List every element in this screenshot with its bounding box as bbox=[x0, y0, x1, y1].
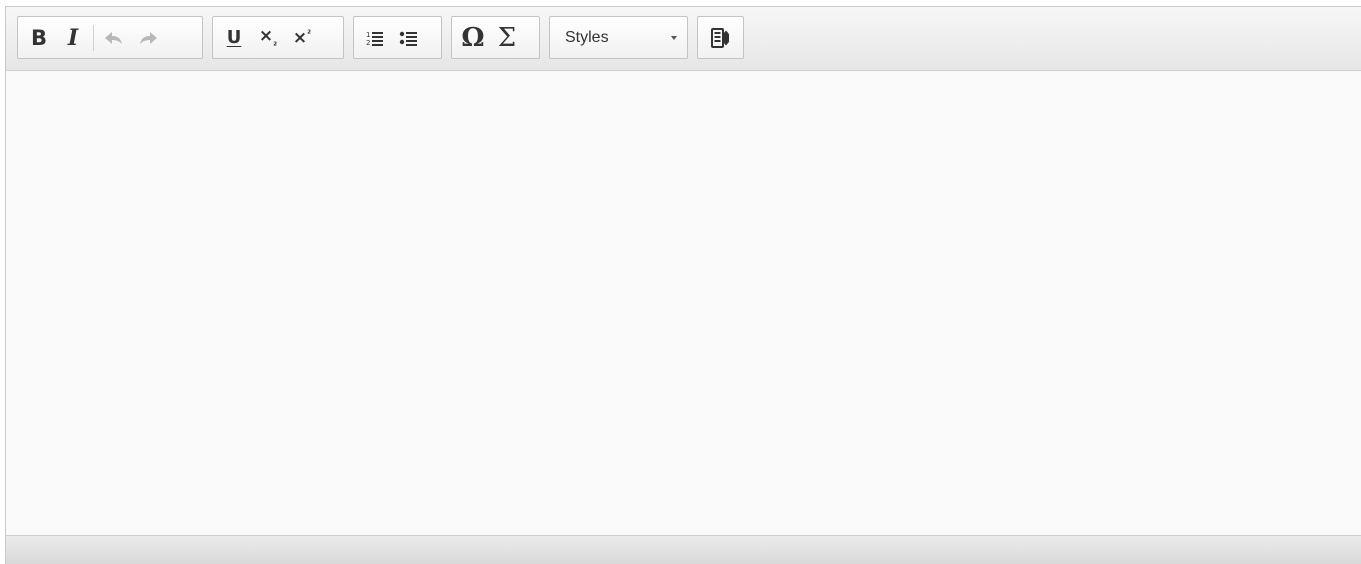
redo-icon bbox=[140, 31, 157, 44]
special-character-button[interactable]: Ω bbox=[456, 22, 490, 54]
bulleted-list-icon bbox=[399, 31, 417, 46]
toolbar-group-insert: Ω Σ bbox=[451, 16, 540, 59]
numbered-list-icon: 1 2 bbox=[366, 31, 383, 47]
italic-icon: I bbox=[67, 24, 79, 51]
sigma-icon: Σ bbox=[497, 22, 517, 53]
superscript-icon: ×² bbox=[292, 27, 312, 48]
rich-text-editor: B I U ×₂ ×² 1 2 Ω Σ Styles bbox=[5, 6, 1361, 564]
editor-toolbar: B I U ×₂ ×² 1 2 Ω Σ Styles bbox=[6, 7, 1361, 71]
italic-button[interactable]: I bbox=[56, 22, 90, 54]
undo-icon bbox=[105, 31, 122, 44]
bold-button[interactable]: B bbox=[22, 22, 56, 54]
editor-status-bar bbox=[6, 535, 1361, 564]
svg-text:2: 2 bbox=[366, 39, 370, 47]
redo-button[interactable] bbox=[131, 22, 165, 54]
math-formula-button[interactable]: Σ bbox=[490, 22, 524, 54]
toolbar-group-formatting: U ×₂ ×² bbox=[212, 16, 344, 59]
chevron-down-icon bbox=[671, 36, 677, 40]
omega-icon: Ω bbox=[461, 22, 485, 53]
superscript-button[interactable]: ×² bbox=[285, 22, 319, 54]
subscript-icon: ×₂ bbox=[258, 26, 278, 49]
source-toggle-icon bbox=[710, 27, 729, 48]
styles-dropdown-label: Styles bbox=[565, 28, 609, 46]
editor-content-area[interactable] bbox=[6, 71, 1361, 535]
toolbar-separator bbox=[93, 24, 94, 51]
undo-button[interactable] bbox=[97, 22, 131, 54]
subscript-button[interactable]: ×₂ bbox=[251, 22, 285, 54]
underline-button[interactable]: U bbox=[217, 22, 251, 54]
styles-dropdown[interactable]: Styles bbox=[549, 16, 688, 59]
toolbar-group-basic: B I bbox=[17, 16, 203, 59]
toolbar-group-extra bbox=[697, 16, 744, 59]
bold-icon: B bbox=[30, 25, 47, 50]
toolbar-group-lists: 1 2 bbox=[353, 16, 442, 59]
svg-text:1: 1 bbox=[366, 31, 370, 39]
numbered-list-button[interactable]: 1 2 bbox=[358, 22, 392, 54]
bulleted-list-button[interactable] bbox=[392, 22, 426, 54]
underline-icon: U bbox=[226, 27, 242, 48]
source-toggle-button[interactable] bbox=[704, 22, 737, 54]
